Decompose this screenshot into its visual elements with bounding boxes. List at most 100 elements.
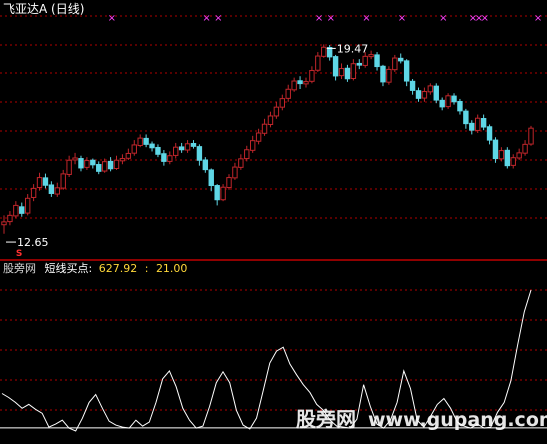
low-price-label: 12.65 xyxy=(17,236,49,249)
candle xyxy=(226,177,232,189)
candle xyxy=(315,55,321,71)
candle xyxy=(244,149,250,160)
candle xyxy=(504,149,511,167)
candle xyxy=(492,139,499,160)
candle xyxy=(398,57,404,62)
candle xyxy=(463,110,469,125)
candle xyxy=(427,85,434,93)
indicator-name: 短线买点: xyxy=(45,261,93,275)
candle xyxy=(457,100,463,112)
candle xyxy=(344,67,351,80)
candle xyxy=(303,81,309,85)
candle xyxy=(475,117,481,131)
candle xyxy=(60,173,66,189)
candle xyxy=(522,143,528,154)
watermark: 股旁网 www.gupang.com xyxy=(296,407,547,431)
candle xyxy=(238,158,244,168)
candle xyxy=(220,186,226,201)
candle xyxy=(350,63,357,79)
candle xyxy=(409,80,416,91)
signal-marker: × xyxy=(439,13,447,24)
candle xyxy=(309,70,315,82)
candle xyxy=(362,55,368,66)
indicator-source: 股旁网 xyxy=(3,261,36,275)
signal-markers: × × × × × × × × ××× × xyxy=(108,13,543,24)
candle xyxy=(421,91,428,99)
candle xyxy=(261,123,268,134)
candle xyxy=(167,155,173,162)
candle xyxy=(155,146,161,155)
candle xyxy=(285,88,291,99)
candle xyxy=(415,90,422,99)
candle xyxy=(84,160,90,168)
signal-marker: × xyxy=(481,13,489,24)
candle xyxy=(42,177,49,186)
candle xyxy=(326,47,333,58)
candle xyxy=(107,160,114,170)
candle xyxy=(113,159,120,169)
sell-signal-label: S xyxy=(16,249,22,259)
candle xyxy=(24,197,31,214)
candle xyxy=(255,132,262,142)
candle xyxy=(356,62,362,66)
candle xyxy=(149,143,155,149)
candle xyxy=(374,54,380,68)
candle xyxy=(386,68,392,83)
candle xyxy=(445,95,451,108)
candle xyxy=(273,106,280,117)
candle xyxy=(516,152,522,159)
stock-title[interactable]: 飞亚达A (日线) xyxy=(3,2,84,16)
candle xyxy=(480,118,487,128)
candle xyxy=(101,161,108,172)
candle xyxy=(143,137,149,145)
high-price-label: 19.47 xyxy=(337,42,369,55)
watermark-url: www.gupang.com xyxy=(368,409,547,431)
candle xyxy=(125,152,132,159)
indicator-grid xyxy=(0,289,547,411)
indicator-header: 股旁网 短线买点: 627.92 : 21.00 xyxy=(3,261,187,275)
indicator-ref-value: 21.00 xyxy=(156,262,188,275)
indicator-value: 627.92 xyxy=(99,262,138,275)
candle xyxy=(208,169,214,187)
candle xyxy=(30,187,37,198)
candle xyxy=(54,187,60,195)
signal-marker: × xyxy=(202,13,210,24)
candle xyxy=(486,126,493,141)
candle xyxy=(297,80,303,85)
candle xyxy=(161,153,167,162)
candle xyxy=(214,185,220,201)
candle xyxy=(451,95,457,103)
candle xyxy=(72,157,78,161)
candle xyxy=(36,177,43,189)
signal-marker: × xyxy=(398,13,406,24)
signal-marker: × xyxy=(362,13,370,24)
chart-header: 飞亚达A (日线) xyxy=(3,2,84,16)
candle xyxy=(1,221,7,226)
watermark-cn: 股旁网 xyxy=(296,407,356,431)
candle xyxy=(279,98,286,108)
candle xyxy=(267,115,274,125)
candle xyxy=(19,206,25,214)
indicator-title[interactable]: 股旁网 短线买点: 627.92 : 21.00 xyxy=(3,261,187,275)
candle xyxy=(137,137,143,146)
candle xyxy=(469,122,475,131)
candle xyxy=(232,166,238,179)
candle xyxy=(7,214,13,223)
candle xyxy=(368,54,374,58)
signal-marker: × xyxy=(534,13,542,24)
candle xyxy=(332,56,339,77)
candle xyxy=(178,146,185,151)
period-label: (日线) xyxy=(51,2,84,16)
candle xyxy=(66,159,72,175)
signal-marker: × xyxy=(214,13,222,24)
candle xyxy=(528,127,534,145)
candle xyxy=(184,143,191,151)
candle xyxy=(403,60,410,82)
candle xyxy=(196,146,203,161)
candle xyxy=(190,143,197,147)
stock-chart: × × × × × × × × ××× × 19.47 12.65 S 飞亚达A (日线) 股旁网… xyxy=(0,2,547,432)
candle xyxy=(48,184,55,194)
candle xyxy=(173,146,179,156)
candle xyxy=(510,157,516,166)
stock-name: 飞亚达A xyxy=(3,2,48,16)
